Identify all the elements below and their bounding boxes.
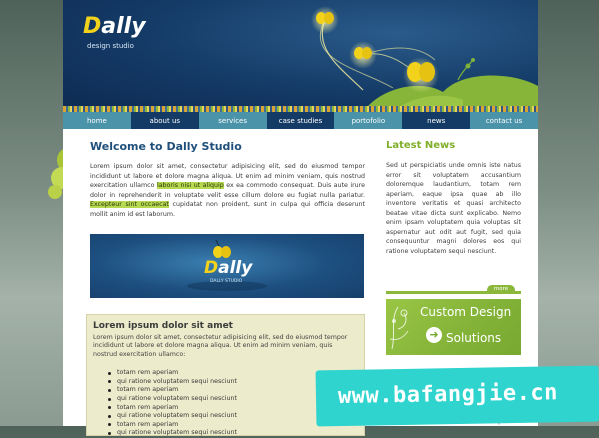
banner-logo: Dally — [204, 258, 253, 278]
banner-subtitle: DALLY STUDIO — [210, 279, 243, 284]
more-button[interactable]: more — [487, 285, 515, 294]
custom-design-banner[interactable]: Custom Design ➜ Solutions — [386, 299, 521, 355]
nav-item-case-studies[interactable]: case studies — [266, 112, 335, 129]
site-header: Dally design studio — [63, 0, 538, 112]
news-sidebar: Latest News Sed ut perspiciatis unde omn… — [386, 140, 521, 256]
watermark: www.bafangjie.cn — [315, 365, 599, 427]
box-paragraph: Lorem ipsum dolor sit amet, consectetur … — [93, 334, 348, 358]
arrow-right-icon: ➜ — [426, 327, 442, 343]
main-navigation: home about us services case studies portofol… — [63, 112, 539, 129]
logo-rest: ally — [101, 14, 146, 39]
highlight-1: laboris nisi ut aliquip — [156, 182, 224, 189]
box-title: Lorem ipsum dolor sit amet — [93, 321, 233, 331]
nav-item-about-us[interactable]: about us — [130, 112, 199, 129]
highlight-2: Excepteur sint occaecat — [90, 201, 169, 208]
more-bar: more — [386, 285, 521, 294]
watermark-text: www.bafangjie.cn — [337, 380, 559, 410]
nav-item-news[interactable]: news — [402, 112, 471, 129]
site-logo[interactable]: Dally design studio — [83, 14, 146, 51]
nav-item-services[interactable]: services — [198, 112, 267, 129]
page-title: Welcome to Dally Studio — [90, 140, 242, 153]
news-paragraph: Sed ut perspiciatis unde omnis iste natu… — [386, 162, 521, 255]
intro-paragraph: Lorem ipsum dolor sit amet, consectetur … — [90, 162, 365, 219]
dally-banner: Dally DALLY STUDIO — [90, 234, 364, 298]
news-title: Latest News — [386, 140, 456, 151]
nav-item-contact-us[interactable]: contact us — [470, 112, 539, 129]
nav-item-home[interactable]: home — [63, 112, 131, 129]
main-content: Welcome to Dally Studio Lorem ipsum dolo… — [90, 140, 365, 219]
nav-item-portofolio[interactable]: portofolio — [334, 112, 403, 129]
logo-first-letter: D — [83, 14, 102, 39]
page-container: Dally design studio home about us services… — [63, 0, 539, 436]
ad-line-2: Solutions — [446, 331, 502, 345]
ad-line-1: Custom Design — [420, 305, 512, 319]
logo-subtitle: design studio — [87, 42, 134, 50]
list-item: qui ratione voluptatem sequi nesciunt — [108, 429, 364, 438]
